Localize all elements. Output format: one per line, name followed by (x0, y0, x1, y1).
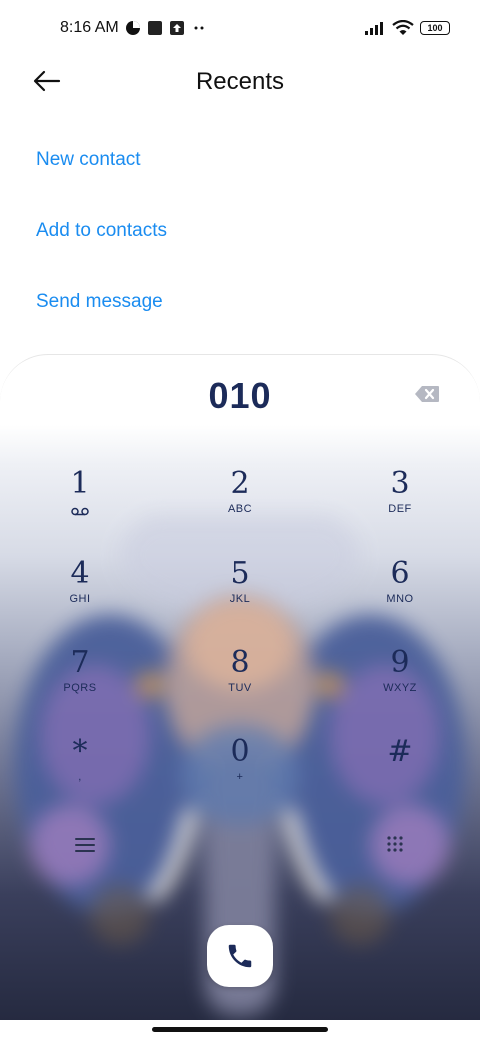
key-star[interactable]: * , (30, 735, 130, 805)
key-9[interactable]: 9 WXYZ (350, 646, 450, 716)
action-list: New contact Add to contacts Send message (36, 128, 167, 341)
key-digit: 9 (390, 645, 410, 680)
key-3[interactable]: 3 DEF (350, 467, 450, 537)
status-time: 8:16 AM (60, 19, 119, 36)
key-digit: 1 (70, 466, 90, 501)
key-hash[interactable]: # (350, 735, 450, 805)
dialpad-toggle-button[interactable] (380, 830, 410, 860)
voicemail-icon (30, 503, 130, 521)
new-contact-link[interactable]: New contact (36, 128, 167, 199)
key-letters: GHI (69, 593, 91, 605)
data-saver-icon (125, 20, 141, 36)
key-digit: 3 (390, 466, 410, 501)
key-letters: PQRS (63, 682, 97, 694)
wifi-icon (392, 20, 414, 36)
menu-button[interactable] (70, 830, 100, 860)
backspace-icon (415, 386, 439, 402)
key-4[interactable]: 4 GHI (30, 557, 130, 627)
key-digit: * (72, 734, 88, 769)
dialpad-grid-icon (387, 836, 403, 852)
key-digit: 4 (70, 556, 90, 591)
key-7[interactable]: 7 PQRS (30, 646, 130, 716)
page-title: Recents (195, 68, 285, 95)
key-digit: 2 (230, 466, 250, 501)
header: Recents (0, 56, 480, 108)
key-digit: # (387, 734, 413, 769)
key-letters: ABC (227, 503, 253, 515)
signal-icon (364, 20, 386, 36)
status-bar: 8:16 AM 100 (0, 0, 480, 56)
upload-icon (169, 20, 185, 36)
phone-icon (228, 944, 252, 968)
key-letters: MNO (386, 593, 414, 605)
key-6[interactable]: 6 MNO (350, 557, 450, 627)
more-dots-icon (191, 20, 207, 36)
home-indicator[interactable] (152, 1027, 328, 1032)
menu-icon (75, 838, 95, 852)
send-message-link[interactable]: Send message (36, 270, 167, 341)
key-5[interactable]: 5 JKL (190, 557, 290, 627)
dialed-number: 010 (208, 375, 272, 416)
backspace-button[interactable] (414, 385, 440, 403)
key-1[interactable]: 1 (30, 467, 130, 537)
dialpad-panel: 010 1 2 ABC 3 DEF 4 GHI 5 JKL 6 MNO 7 PQ… (0, 354, 480, 1020)
key-digit: 6 (390, 556, 410, 591)
key-letters: TUV (228, 682, 252, 694)
key-letters: , (78, 771, 82, 783)
key-digit: 8 (230, 645, 250, 680)
key-digit: 0 (230, 734, 250, 769)
key-digit: 7 (70, 645, 90, 680)
square-icon (147, 20, 163, 36)
battery-level: 100 (427, 23, 443, 33)
key-2[interactable]: 2 ABC (190, 467, 290, 537)
call-button[interactable] (207, 925, 273, 987)
key-letters: DEF (388, 503, 412, 515)
battery-icon: 100 (420, 21, 450, 35)
key-letters: + (236, 771, 244, 783)
key-8[interactable]: 8 TUV (190, 646, 290, 716)
add-to-contacts-link[interactable]: Add to contacts (36, 199, 167, 270)
key-letters: WXYZ (383, 682, 417, 694)
key-letters: JKL (229, 593, 251, 605)
key-digit: 5 (230, 556, 250, 591)
key-0[interactable]: 0 + (190, 735, 290, 805)
